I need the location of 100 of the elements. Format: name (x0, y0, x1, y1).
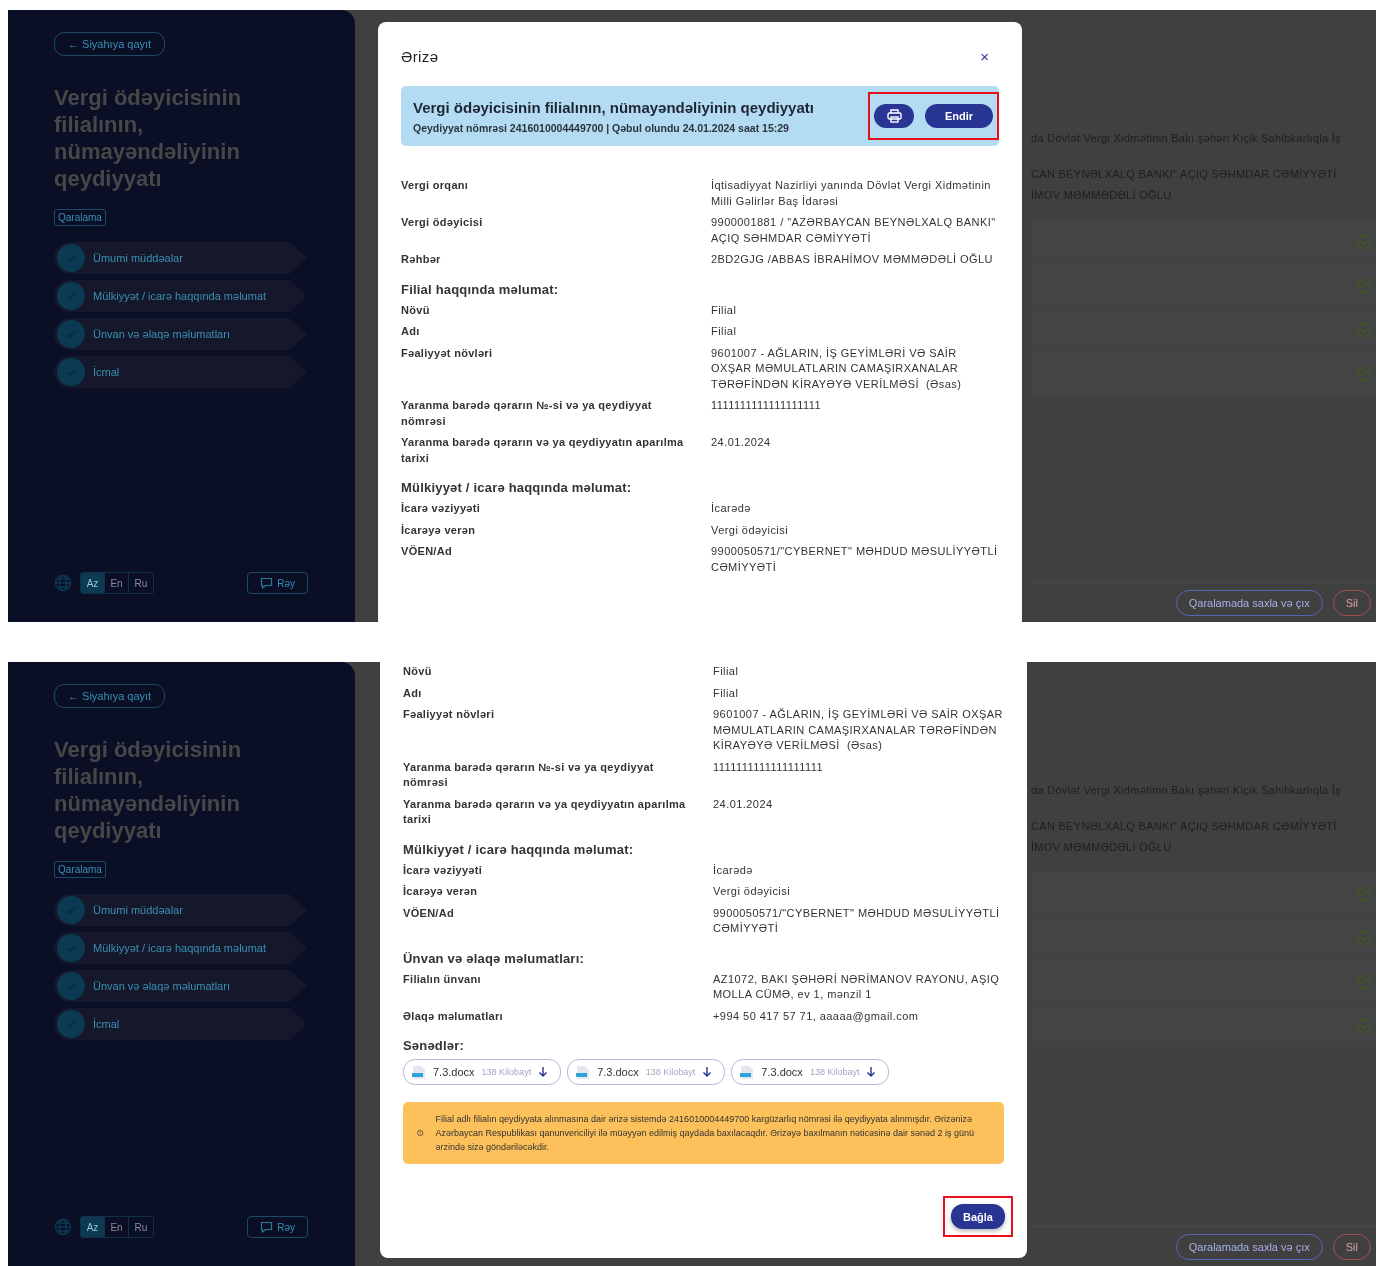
file-name: 7.3.docx (761, 1066, 803, 1078)
field-value: 9900050571/"CYBERNET" MƏHDUD MƏSULİYYƏTLİ CƏMİYYƏTİ (711, 544, 999, 575)
file-size: 138 Kilobayt (809, 1067, 860, 1077)
document-icon (740, 1064, 755, 1080)
step-label: Ümumi müddəalar (93, 904, 183, 916)
field-label: Fəaliyyət növləri (403, 707, 496, 722)
field-label: Yaranma barədə qərarın və ya qeydiyyatın aparılma tarixi (403, 796, 687, 827)
step-label: Ünvan və əlaqə məlumatları (93, 980, 230, 992)
language-tab[interactable]: En (105, 1217, 129, 1237)
section-heading: Mülkiyyət / icarə haqqında məlumat: (403, 841, 635, 857)
feedback-button[interactable]: Rəy (247, 572, 308, 594)
print-icon (886, 109, 902, 123)
page-title: Vergi ödəyicisinin filialının, nümayəndəliyinin qeydiyyatı (54, 84, 243, 192)
field-value: İcarədə (711, 501, 752, 516)
language-tab[interactable]: Ru (129, 1217, 153, 1237)
close-button[interactable]: Bağla (951, 1204, 1005, 1229)
field-label: Yaranma barədə qərarın №-si və ya qeydiyyat nömrəsi (401, 398, 653, 429)
back-button[interactable]: ← Siyahıya qayıt (54, 32, 166, 56)
field-value: Filial (713, 664, 740, 679)
document-chip[interactable]: 7.3.docx 138 Kilobayt (567, 1059, 726, 1085)
field-label: Fəaliyyət növləri (401, 345, 494, 361)
field-value: 1111111111111111111 (713, 759, 825, 775)
field-value: 9900001881 / "AZƏRBAYCAN BEYNƏLXALQ BANKI" AÇIQ SƏHMDAR CƏMİYYƏTİ (711, 215, 997, 246)
file-name: 7.3.docx (433, 1066, 475, 1078)
section-heading: Mülkiyyət / icarə haqqında məlumat: (401, 480, 633, 495)
document-icon (412, 1064, 426, 1080)
field-value: Filial (713, 685, 740, 701)
section-heading: Filial haqqında məlumat: (401, 281, 560, 297)
field-value: Filial (711, 302, 738, 318)
close-button[interactable]: × (980, 48, 999, 65)
step-label: Ünvan və əlaqə məlumatları (93, 328, 230, 340)
field-value: İcarədə (713, 862, 754, 878)
field-value: Vergi ödəyicisi (711, 522, 790, 538)
step-label: İcmal (93, 1018, 120, 1030)
step-item[interactable]: Ümumi müddəalar (54, 894, 307, 926)
field-label: Yaranma barədə qərarın №-si və ya qeydiyyat nömrəsi (403, 759, 655, 790)
field-label: İcarə vəziyyəti (403, 862, 484, 878)
status-badge: Qaralama (54, 861, 106, 878)
field-label: Filialın ünvanı (403, 971, 482, 987)
language-tab[interactable]: En (105, 573, 129, 593)
page-title: Vergi ödəyicisinin filialının, nümayəndəliyinin qeydiyyatı (54, 736, 243, 844)
step-item[interactable]: Ünvan və əlaqə məlumatları (54, 318, 307, 350)
field-label: Vergi orqanı (401, 178, 470, 193)
field-value: 24.01.2024 (713, 796, 774, 812)
download-icon (702, 1066, 713, 1078)
field-label: VÖEN/Ad (403, 905, 455, 921)
step-item[interactable]: Ünvan və əlaqə məlumatları (54, 970, 307, 1002)
step-item[interactable]: Mülkiyyət / icarə haqqında məlumat (54, 280, 307, 312)
download-icon (866, 1066, 877, 1078)
chat-icon (260, 577, 274, 589)
field-value: 9601007 - AĞLARIN, İŞ GEYİMLƏRİ VƏ SAİR OXŞAR MƏMULATLARIN CAMAŞIRXANALAR TƏRƏFİNDƏN KİRAYƏYƏ VERİLMƏSİ (Əsas) (711, 345, 963, 392)
print-button[interactable] (874, 104, 914, 128)
field-label: İcarəyə verən (401, 522, 477, 538)
status-badge: Qaralama (54, 209, 106, 226)
file-size: 138 Kilobayt (481, 1067, 532, 1077)
file-name: 7.3.docx (597, 1066, 639, 1078)
field-value: 9900050571/"CYBERNET" MƏHDUD MƏSULİYYƏTLİ CƏMİYYƏTİ (713, 905, 1001, 936)
language-tab[interactable]: Az (81, 573, 105, 593)
modal-title: Ərizə (401, 48, 439, 65)
step-item[interactable]: İcmal (54, 356, 307, 388)
language-tab[interactable]: Ru (129, 573, 153, 593)
field-label: Əlaqə məlumatları (403, 1008, 504, 1024)
field-label: İcarə vəziyyəti (401, 501, 482, 516)
field-value: İqtisadiyyat Nazirliyi yanında Dövlət Vergi Xidmətinin Milli Gəlirlər Baş İdarəsi (711, 178, 992, 209)
download-button[interactable]: Endir (925, 104, 993, 128)
back-button[interactable]: ← Siyahıya qayıt (54, 684, 166, 708)
field-value: 24.01.2024 (711, 435, 772, 450)
field-label: İcarəyə verən (403, 884, 479, 899)
field-label: Rəhbər (401, 252, 442, 267)
step-label: Ümumi müddəalar (93, 252, 183, 264)
step-item[interactable]: İcmal (54, 1008, 307, 1040)
notice-text: Filial adlı filialın qeydiyyata alınmasına dair ərizə sistemdə 2416010004449700 kargüzarlıq nömrəsi ilə qeydiyyata alınmışdır. Ərizənizə Azərbaycan Respublikası qanunvericiliyi ilə müəyyən edilmiş qaydada baxılacaqdır. Ərizəyə baxılmanın nəticəsinə dair sənəd 2 iş günü ərzində sizə göndəriləcəkdir. (435, 1113, 976, 1154)
field-label: Növü (401, 302, 431, 318)
download-icon (538, 1066, 549, 1078)
field-label: Yaranma barədə qərarın və ya qeydiyyatın aparılma tarixi (401, 435, 685, 466)
file-size: 138 Kilobayt (645, 1067, 696, 1077)
step-label: İcmal (93, 366, 120, 378)
field-value: 9601007 - AĞLARIN, İŞ GEYİMLƏRİ VƏ SAİR OXŞAR MƏMULATLARIN CAMAŞIRXANALAR TƏRƏFİNDƏN KİRAYƏYƏ VERİLMƏSİ (Əsas) (713, 707, 1004, 753)
document-icon (576, 1064, 591, 1080)
field-value: 2BD2GJG /ABBAS İBRAHİMOV MƏMMƏDƏLİ OĞLU (711, 252, 994, 267)
step-label: Mülkiyyət / icarə haqqında məlumat (93, 290, 267, 302)
field-label: Vergi ödəyicisi (401, 215, 484, 230)
section-heading: Sənədlər: (403, 1038, 466, 1053)
field-value: 1111111111111111111 (711, 398, 823, 413)
language-tab[interactable]: Az (81, 1217, 105, 1237)
banner-subtitle: Qeydiyyat nömrəsi 2416010004449700 | Qəbul olundu 24.01.2024 saat 15:29 (413, 121, 790, 134)
field-value: AZ1072, BAKI ŞƏHƏRİ NƏRİMANOV RAYONU, AŞIQ MOLLA CÜMƏ, ev 1, mənzil 1 (713, 971, 1001, 1002)
field-value: Filial (711, 324, 738, 339)
globe-icon (54, 1218, 72, 1236)
step-item[interactable]: Mülkiyyət / icarə haqqında məlumat (54, 932, 307, 964)
feedback-button[interactable]: Rəy (247, 1216, 308, 1238)
banner-title: Vergi ödəyicisinin filialının, nümayəndəliyinin qeydiyyatı (413, 98, 814, 116)
step-label: Mülkiyyət / icarə haqqında məlumat (93, 942, 267, 954)
field-value: +994 50 417 57 71, aaaaa@gmail.com (713, 1008, 920, 1024)
step-item[interactable]: Ümumi müddəalar (54, 242, 307, 274)
field-label: VÖEN/Ad (401, 544, 453, 559)
document-chip[interactable]: 7.3.docx 138 Kilobayt (403, 1059, 562, 1085)
document-chip[interactable]: 7.3.docx 138 Kilobayt (731, 1059, 890, 1085)
field-label: Adı (403, 685, 423, 701)
section-heading: Ünvan və əlaqə məlumatları: (403, 950, 585, 966)
